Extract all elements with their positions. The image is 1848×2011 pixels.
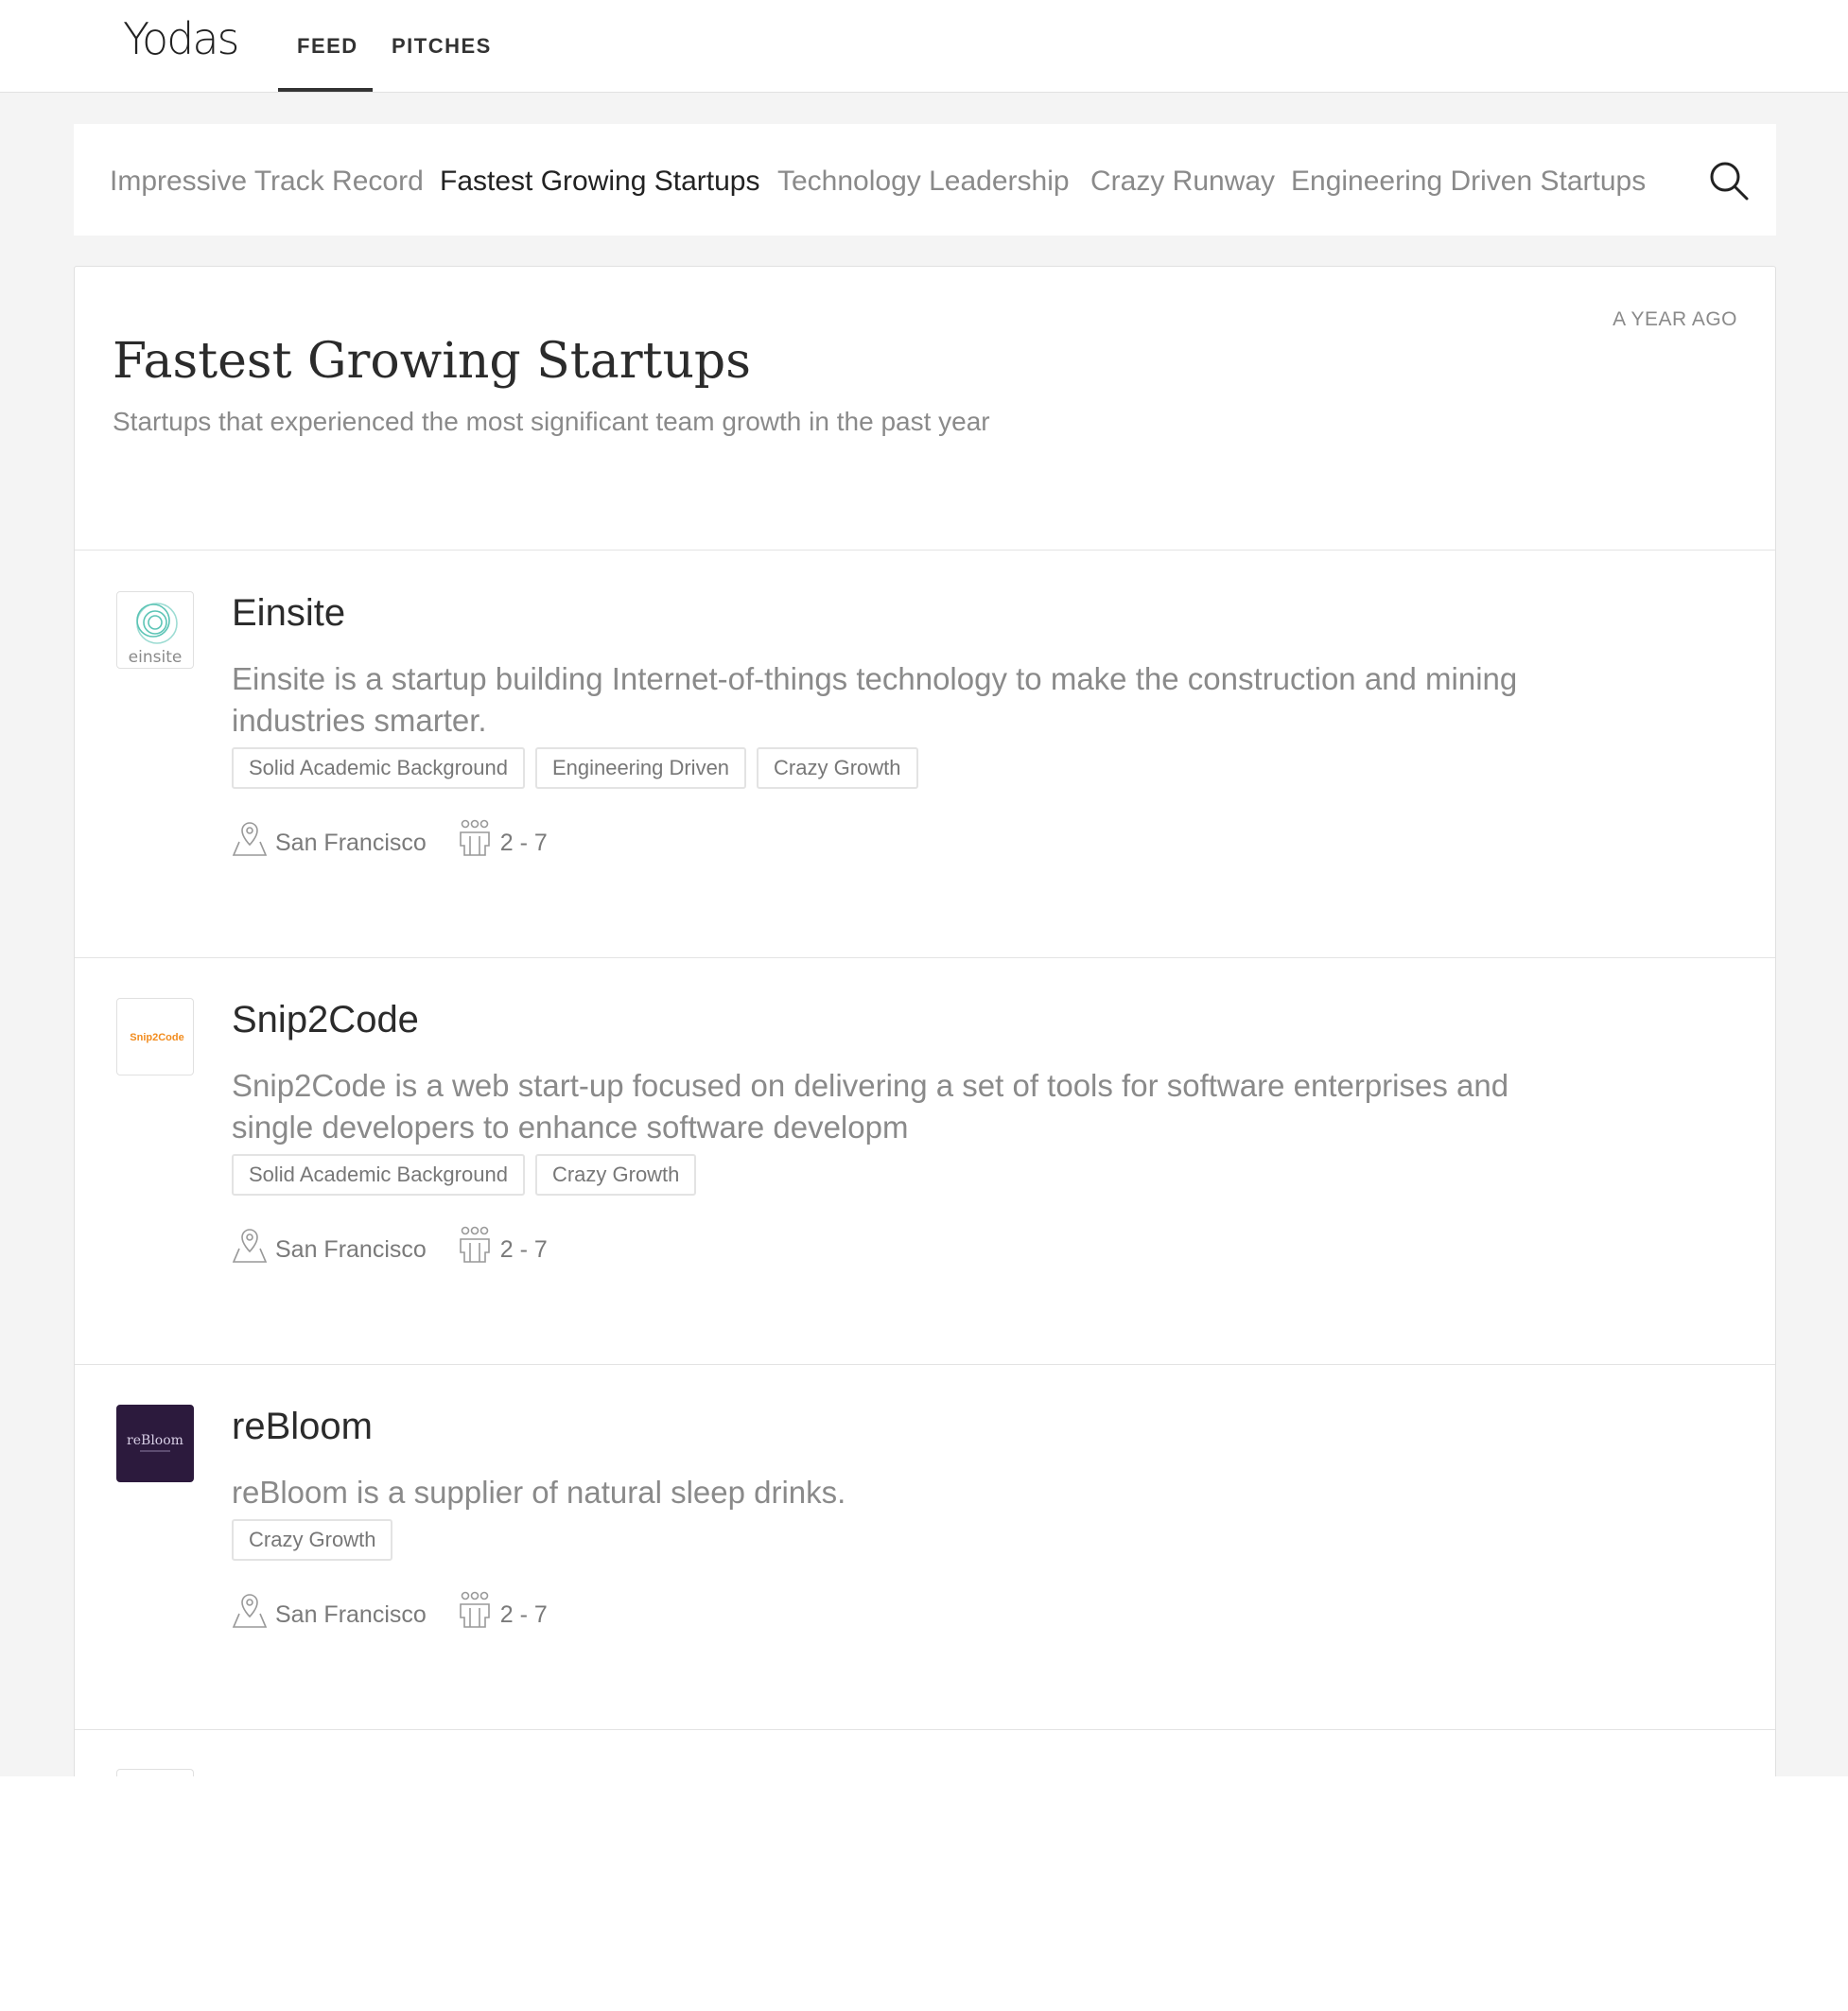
svg-text:Snip2Code: Snip2Code: [130, 1032, 183, 1043]
team-size-icon: [459, 1226, 490, 1263]
company-meta: San Francisco 2 - 7: [232, 1591, 548, 1629]
tag[interactable]: Solid Academic Background: [232, 1154, 525, 1196]
tag[interactable]: Engineering Driven: [534, 747, 747, 789]
team-size-label: 2 - 7: [499, 830, 548, 856]
snip2code-logo[interactable]: Snip2Code: [116, 998, 194, 1075]
page-bottom-blank: [0, 1776, 1848, 2011]
rebloom-logo-mark: reBloom: [127, 1433, 183, 1452]
team-size-icon: [459, 1591, 490, 1628]
category-engineering-driven-startups[interactable]: Engineering Driven Startups: [1291, 166, 1646, 197]
feed-subtitle: Startups that experienced the most signi…: [113, 407, 990, 436]
company-meta: San Francisco 2 - 7: [232, 1226, 548, 1264]
location-label: San Francisco: [275, 1236, 427, 1263]
category-crazy-runway[interactable]: Crazy Runway: [1090, 166, 1275, 197]
tag-list: Solid Academic Background Crazy Growth: [232, 1154, 697, 1196]
feed-card: A YEAR AGO Fastest Growing Startups Star…: [74, 266, 1776, 1781]
top-navbar: Yodas FEED PITCHES: [0, 0, 1848, 93]
active-tab-indicator: [278, 88, 373, 92]
category-technology-leadership[interactable]: Technology Leadership: [777, 166, 1070, 197]
svg-text:reBloom: reBloom: [127, 1433, 183, 1448]
company-card-einsite[interactable]: einsite Einsite Einsite is a startup bui…: [75, 551, 1775, 957]
category-bar: Impressive Track Record Fastest Growing …: [74, 124, 1776, 236]
team-size-label: 2 - 7: [499, 1601, 548, 1628]
rebloom-logo[interactable]: reBloom: [116, 1405, 194, 1482]
company-card-rebloom[interactable]: reBloom reBloom reBloom is a supplier of…: [75, 1364, 1775, 1729]
tag-list: Crazy Growth: [232, 1519, 393, 1561]
yodas-logo[interactable]: Yodas: [123, 17, 239, 61]
tab-pitches[interactable]: PITCHES: [392, 34, 492, 59]
map-pin-icon: [232, 1229, 268, 1263]
map-pin-icon: [232, 822, 268, 856]
location-label: San Francisco: [275, 830, 427, 856]
post-timestamp: A YEAR AGO: [1613, 308, 1737, 330]
map-pin-icon: [232, 1594, 268, 1628]
einsite-logo[interactable]: einsite: [116, 591, 194, 669]
feed-title: Fastest Growing Startups: [113, 333, 751, 390]
einsite-logo-mark: einsite: [129, 603, 183, 667]
company-description: Snip2Code is a web start-up focused on d…: [232, 1068, 1509, 1145]
company-name[interactable]: reBloom: [232, 1406, 373, 1448]
category-impressive-track-record[interactable]: Impressive Track Record: [110, 166, 424, 197]
tab-feed[interactable]: FEED: [297, 34, 358, 59]
tag[interactable]: Crazy Growth: [534, 1154, 697, 1196]
tag-list: Solid Academic Background Engineering Dr…: [232, 747, 918, 789]
company-name[interactable]: Einsite: [232, 592, 345, 635]
svg-text:einsite: einsite: [129, 648, 183, 667]
divider: [75, 1729, 1775, 1730]
search-icon[interactable]: [1708, 160, 1750, 201]
tag[interactable]: Crazy Growth: [232, 1519, 393, 1561]
tag[interactable]: Crazy Growth: [757, 747, 918, 789]
team-size-icon: [459, 819, 490, 856]
company-name[interactable]: Snip2Code: [232, 999, 419, 1041]
company-card-snip2code[interactable]: Snip2Code Snip2Code Snip2Code is a web s…: [75, 957, 1775, 1364]
company-description: reBloom is a supplier of natural sleep d…: [232, 1475, 846, 1510]
company-description: Einsite is a startup building Internet-o…: [232, 661, 1518, 738]
team-size-label: 2 - 7: [499, 1236, 548, 1263]
tag[interactable]: Solid Academic Background: [232, 747, 525, 789]
category-fastest-growing-startups[interactable]: Fastest Growing Startups: [440, 166, 759, 197]
snip2code-logo-mark: Snip2Code: [130, 1032, 183, 1043]
company-meta: San Francisco 2 - 7: [232, 819, 548, 857]
location-label: San Francisco: [275, 1601, 427, 1628]
